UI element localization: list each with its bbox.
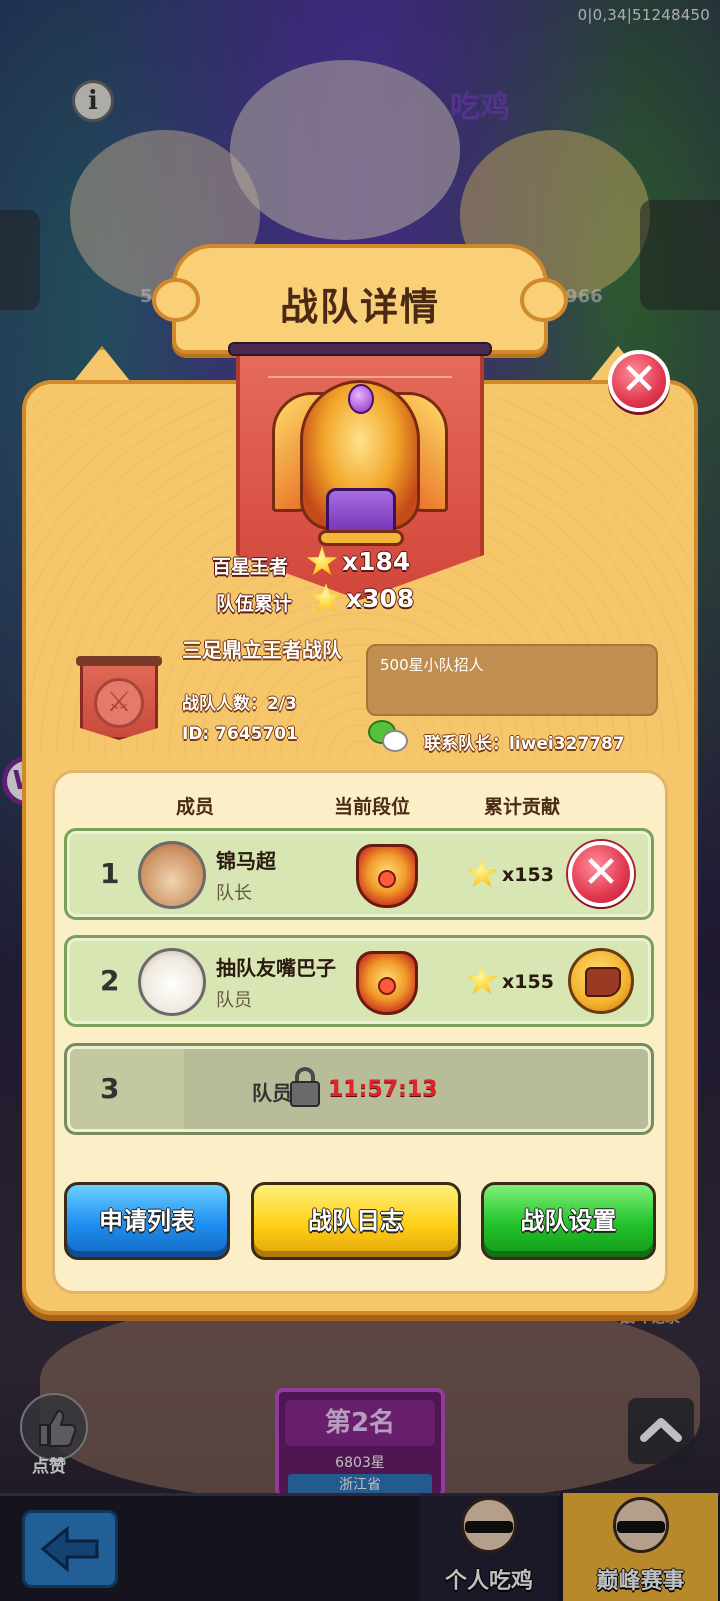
banner-ornament-line — [268, 376, 452, 378]
page-title: 战队详情 — [279, 285, 440, 329]
star-king-value: x184 — [342, 547, 411, 576]
trophy-base-ring — [318, 530, 404, 546]
locked-slot-label: 队员 — [252, 1081, 292, 1105]
team-log-button[interactable]: 战队日志 — [251, 1182, 461, 1260]
boot-member-button[interactable] — [568, 948, 634, 1014]
column-header-member: 成员 — [176, 796, 215, 818]
banner-rod — [228, 342, 492, 356]
member-role: 队长 — [216, 883, 252, 904]
team-total-label: 队伍累计 — [216, 593, 293, 615]
member-index: 3 — [100, 1072, 120, 1105]
member-contribution: x155 — [502, 971, 554, 993]
column-header-rank: 当前段位 — [334, 796, 411, 818]
lock-icon — [290, 1081, 320, 1107]
member-avatar[interactable] — [138, 841, 206, 909]
member-contribution: x153 — [502, 864, 554, 886]
team-id: ID: 7645701 — [182, 724, 298, 744]
member-index: 2 — [100, 964, 120, 997]
kick-member-button[interactable]: ✕ — [568, 841, 634, 907]
team-total-value: x308 — [346, 584, 415, 613]
team-settings-button[interactable]: 战队设置 — [481, 1182, 656, 1260]
star-king-label: 百星王者 — [212, 556, 289, 578]
rank-gem-icon — [378, 870, 396, 888]
member-name: 锦马超 — [216, 849, 276, 873]
kick-icon: ✕ — [582, 847, 620, 898]
member-role: 队员 — [216, 990, 252, 1011]
rank-gem-icon — [378, 977, 396, 995]
unlock-timer: 11:57:13 — [328, 1077, 438, 1102]
member-index: 1 — [100, 857, 120, 890]
team-name: 三足鼎立王者战队 — [182, 638, 342, 662]
member-avatar[interactable] — [138, 948, 206, 1016]
close-button[interactable]: ✕ — [608, 350, 670, 412]
close-icon: ✕ — [620, 354, 658, 405]
sword-icon: ⚔ — [94, 678, 144, 728]
team-flag-rod — [76, 656, 162, 666]
boot-icon — [585, 967, 621, 997]
trophy-gem-icon — [348, 384, 374, 414]
column-header-contribution: 累计贡献 — [484, 796, 561, 818]
team-member-count: 战队人数：2/3 — [182, 694, 297, 714]
member-name: 抽队友嘴巴子 — [216, 956, 336, 980]
apply-list-button[interactable]: 申请列表 — [64, 1182, 230, 1260]
recruit-message: 500星小队招人 — [366, 644, 658, 716]
wechat-icon — [368, 720, 408, 752]
captain-contact: 联系队长：liwei327787 — [424, 734, 625, 754]
